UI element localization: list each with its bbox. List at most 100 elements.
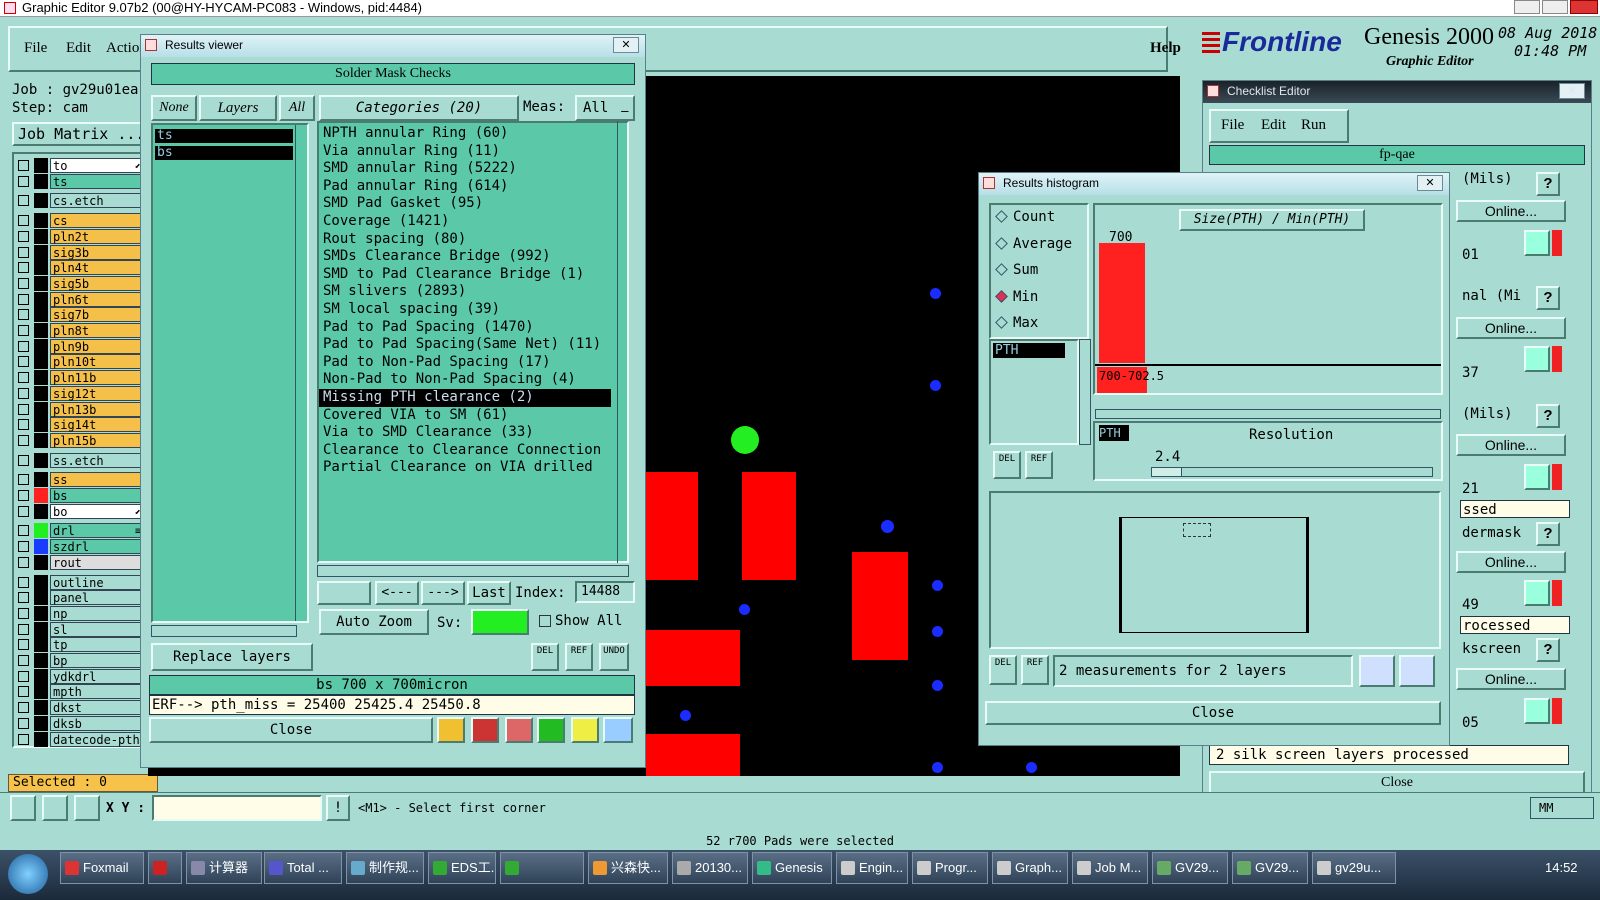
layer-checkbox[interactable] — [18, 387, 29, 399]
layer-checkbox[interactable] — [18, 607, 29, 619]
taskbar-item[interactable]: Progr... — [912, 852, 988, 884]
help-question-button[interactable]: ? — [1536, 638, 1560, 662]
checklist-menu-run[interactable]: Run — [1301, 117, 1326, 134]
layer-color-swatch[interactable] — [34, 574, 48, 590]
layer-name[interactable]: pln11b — [50, 370, 144, 386]
layer-row[interactable]: dksb — [14, 715, 144, 731]
category-item[interactable]: Clearance to Clearance Connection — [319, 442, 611, 460]
zoom-icon[interactable] — [1524, 464, 1550, 490]
layer-row[interactable]: sig7b — [14, 307, 144, 323]
layer-name[interactable]: sig5b — [50, 275, 144, 291]
layer-name[interactable]: pln2t — [50, 228, 144, 244]
layer-row[interactable]: cs — [14, 213, 144, 229]
layer-row[interactable]: ss.etch — [14, 452, 144, 468]
histogram-close-button[interactable]: Close — [985, 701, 1441, 725]
layer-row[interactable]: pln2t — [14, 228, 144, 244]
layer-name[interactable]: bo ⬋ — [50, 503, 144, 519]
layer-name[interactable]: bs — [50, 488, 144, 503]
layer-name[interactable]: cs.etch — [50, 193, 144, 209]
layer-row[interactable]: ydkdrl — [14, 668, 144, 684]
taskbar-item[interactable]: 计算器 — [186, 852, 262, 884]
close-checklist-button[interactable]: ✕ — [1559, 83, 1585, 99]
import-icon[interactable] — [1399, 655, 1435, 687]
layer-checkbox[interactable] — [18, 505, 29, 517]
category-item[interactable]: Pad annular Ring (614) — [319, 178, 611, 196]
layer-checkbox[interactable] — [18, 403, 29, 415]
layer-row[interactable]: ss — [14, 472, 144, 488]
layer-row[interactable]: pln8t — [14, 323, 144, 338]
category-item[interactable]: Missing PTH clearance (2) — [319, 388, 611, 407]
layer-color-swatch[interactable] — [34, 275, 48, 291]
layer-checkbox[interactable] — [18, 215, 29, 227]
layer-row[interactable]: szdrl — [14, 539, 144, 555]
online-button[interactable]: Online... — [1456, 200, 1566, 222]
layer-row[interactable]: sig3b — [14, 244, 144, 260]
layer-row[interactable]: mpth — [14, 684, 144, 700]
taskbar-item[interactable]: Total ... — [264, 852, 342, 884]
layer-checkbox[interactable] — [18, 262, 29, 274]
close-results-viewer-button[interactable]: ✕ — [613, 37, 639, 53]
help-question-button[interactable]: ? — [1536, 172, 1560, 196]
slider-thumb[interactable] — [1152, 468, 1182, 476]
layer-name[interactable]: ss — [50, 472, 144, 488]
layer-color-swatch[interactable] — [34, 731, 48, 747]
taskbar-item[interactable]: 兴森快... — [588, 852, 668, 884]
layer-row[interactable]: ts — [14, 173, 144, 189]
layer-row[interactable]: pln4t — [14, 260, 144, 276]
histogram-list-scrollbar[interactable] — [1079, 339, 1091, 445]
layer-color-swatch[interactable] — [34, 472, 48, 488]
layer-color-swatch[interactable] — [34, 260, 48, 276]
none-button[interactable]: None — [151, 95, 197, 121]
categories-list[interactable]: NPTH annular Ring (60) Via annular Ring (… — [317, 121, 629, 563]
taskbar-item[interactable]: Job M... — [1072, 852, 1148, 884]
layer-color-swatch[interactable] — [34, 700, 48, 716]
layer-row[interactable]: pln15b — [14, 432, 144, 448]
layer-row[interactable]: pln6t — [14, 291, 144, 307]
layer-name[interactable]: dksb — [50, 715, 144, 731]
last-button[interactable]: Last — [467, 581, 511, 605]
layer-row[interactable]: bp — [14, 653, 144, 668]
layer-color-swatch[interactable] — [34, 523, 48, 539]
menu-help[interactable]: Help — [1150, 40, 1181, 57]
layer-name[interactable]: ydkdrl — [50, 668, 144, 684]
layer-name[interactable]: pln15b — [50, 432, 144, 448]
layer-checkbox[interactable] — [18, 490, 29, 501]
layer-name[interactable]: tp — [50, 637, 144, 653]
zoom-icon[interactable] — [1524, 580, 1550, 606]
layer-name[interactable]: pln13b — [50, 401, 144, 417]
taskbar-item[interactable]: GV29... — [1232, 852, 1308, 884]
layer-name[interactable]: mpth — [50, 684, 144, 700]
units-label[interactable]: MM — [1530, 797, 1594, 819]
layer-color-swatch[interactable] — [34, 432, 48, 448]
layer-name[interactable]: np — [50, 605, 144, 621]
layer-name[interactable]: bp — [50, 653, 144, 668]
layer-checkbox[interactable] — [18, 325, 29, 336]
layer-name[interactable]: sl — [50, 621, 144, 637]
layer-color-swatch[interactable] — [34, 715, 48, 731]
results-layer-list[interactable]: ts bs — [151, 123, 309, 623]
category-item[interactable]: SM local spacing (39) — [319, 301, 611, 319]
layer-color-swatch[interactable] — [34, 193, 48, 209]
layer-checkbox[interactable] — [18, 556, 29, 568]
layer-name[interactable]: ss.etch — [50, 452, 144, 468]
online-button[interactable]: Online... — [1456, 668, 1566, 690]
layer-checkbox[interactable] — [18, 474, 29, 486]
layer-checkbox[interactable] — [18, 419, 29, 431]
layer-row[interactable]: np — [14, 605, 144, 621]
results-layer-item[interactable]: ts — [155, 129, 293, 143]
index-input[interactable]: 14488 — [575, 581, 635, 603]
layer-name[interactable]: pln10t — [50, 354, 144, 370]
layer-name[interactable]: pln6t — [50, 291, 144, 307]
tool-icon-1[interactable] — [10, 795, 36, 821]
sv-color-dropdown[interactable] — [471, 609, 529, 635]
category-item[interactable]: SMD Pad Gasket (95) — [319, 195, 611, 213]
online-button[interactable]: Online... — [1456, 317, 1566, 339]
categories-hscrollbar[interactable] — [317, 565, 629, 577]
layer-color-swatch[interactable] — [34, 213, 48, 229]
taskbar-item[interactable]: EDS工... — [428, 852, 496, 884]
layer-name[interactable]: to ⬋ — [50, 158, 144, 173]
category-item[interactable]: Pad to Pad Spacing(Same Net) (11) — [319, 336, 611, 354]
layer-checkbox[interactable] — [18, 702, 29, 714]
taskbar-item[interactable]: GV29... — [1152, 852, 1228, 884]
layer-color-swatch[interactable] — [34, 354, 48, 370]
